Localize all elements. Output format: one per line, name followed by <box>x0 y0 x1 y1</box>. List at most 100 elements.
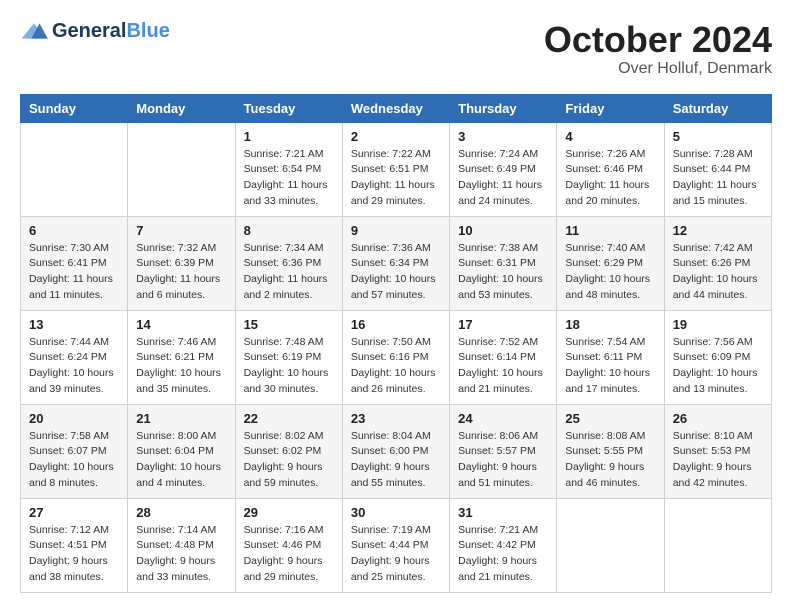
calendar-cell: 26Sunrise: 8:10 AMSunset: 5:53 PMDayligh… <box>664 404 771 498</box>
day-info: Sunrise: 7:38 AMSunset: 6:31 PMDaylight:… <box>458 241 548 304</box>
calendar-cell: 28 Sunrise: 7:14 AMSunset: 4:48 PMDayligh… <box>128 498 235 592</box>
calendar-week-row: 1Sunrise: 7:21 AMSunset: 6:54 PMDaylight… <box>21 122 772 216</box>
day-number: 25 <box>565 411 655 426</box>
day-info: Sunrise: 8:08 AMSunset: 5:55 PMDaylight:… <box>565 429 655 492</box>
day-number: 24 <box>458 411 548 426</box>
calendar-cell: 1Sunrise: 7:21 AMSunset: 6:54 PMDaylight… <box>235 122 342 216</box>
day-info: Sunrise: 7:14 AMSunset: 4:48 PMDaylight:… <box>136 523 226 586</box>
day-info: Sunrise: 7:36 AMSunset: 6:34 PMDaylight:… <box>351 241 441 304</box>
day-info: Sunrise: 8:00 AMSunset: 6:04 PMDaylight:… <box>136 429 226 492</box>
calendar-cell: 11 Sunrise: 7:40 AMSunset: 6:29 PMDayligh… <box>557 216 664 310</box>
day-number: 23 <box>351 411 441 426</box>
day-number: 13 <box>29 317 119 332</box>
day-number: 16 <box>351 317 441 332</box>
location: Over Holluf, Denmark <box>544 60 772 78</box>
calendar-cell: 24 Sunrise: 8:06 AMSunset: 5:57 PMDayligh… <box>450 404 557 498</box>
weekday-header: Wednesday <box>342 94 449 122</box>
day-number: 31 <box>458 505 548 520</box>
calendar-cell: 30Sunrise: 7:19 AMSunset: 4:44 PMDayligh… <box>342 498 449 592</box>
day-number: 1 <box>244 129 334 144</box>
day-info: Sunrise: 7:54 AMSunset: 6:11 PMDaylight:… <box>565 335 655 398</box>
day-info: Sunrise: 8:04 AMSunset: 6:00 PMDaylight:… <box>351 429 441 492</box>
weekday-header: Tuesday <box>235 94 342 122</box>
day-info: Sunrise: 7:56 AMSunset: 6:09 PMDaylight:… <box>673 335 763 398</box>
weekday-header: Monday <box>128 94 235 122</box>
calendar-cell <box>128 122 235 216</box>
calendar-week-row: 20 Sunrise: 7:58 AMSunset: 6:07 PMDayligh… <box>21 404 772 498</box>
calendar-cell: 22Sunrise: 8:02 AMSunset: 6:02 PMDayligh… <box>235 404 342 498</box>
calendar-cell: 5 Sunrise: 7:28 AMSunset: 6:44 PMDaylight… <box>664 122 771 216</box>
calendar-cell: 29 Sunrise: 7:16 AMSunset: 4:46 PMDayligh… <box>235 498 342 592</box>
calendar-week-row: 13 Sunrise: 7:44 AMSunset: 6:24 PMDayligh… <box>21 310 772 404</box>
day-info: Sunrise: 7:52 AMSunset: 6:14 PMDaylight:… <box>458 335 548 398</box>
day-number: 26 <box>673 411 763 426</box>
calendar-cell: 19 Sunrise: 7:56 AMSunset: 6:09 PMDayligh… <box>664 310 771 404</box>
day-number: 7 <box>136 223 226 238</box>
weekday-header: Sunday <box>21 94 128 122</box>
day-info: Sunrise: 7:46 AMSunset: 6:21 PMDaylight:… <box>136 335 226 398</box>
day-number: 8 <box>244 223 334 238</box>
day-info: Sunrise: 7:50 AMSunset: 6:16 PMDaylight:… <box>351 335 441 398</box>
day-info: Sunrise: 7:19 AMSunset: 4:44 PMDaylight:… <box>351 523 441 586</box>
day-number: 9 <box>351 223 441 238</box>
calendar-cell <box>21 122 128 216</box>
day-number: 6 <box>29 223 119 238</box>
day-number: 5 <box>673 129 763 144</box>
day-number: 28 <box>136 505 226 520</box>
calendar-week-row: 6 Sunrise: 7:30 AMSunset: 6:41 PMDaylight… <box>21 216 772 310</box>
day-number: 18 <box>565 317 655 332</box>
day-number: 3 <box>458 129 548 144</box>
calendar-cell <box>557 498 664 592</box>
month-title: October 2024 <box>544 20 772 60</box>
calendar-cell: 3 Sunrise: 7:24 AMSunset: 6:49 PMDaylight… <box>450 122 557 216</box>
day-info: Sunrise: 7:21 AMSunset: 4:42 PMDaylight:… <box>458 523 548 586</box>
calendar-cell: 10 Sunrise: 7:38 AMSunset: 6:31 PMDayligh… <box>450 216 557 310</box>
page-header: GeneralBlue October 2024 Over Holluf, De… <box>20 20 772 78</box>
weekday-header: Saturday <box>664 94 771 122</box>
day-number: 19 <box>673 317 763 332</box>
day-number: 29 <box>244 505 334 520</box>
day-info: Sunrise: 8:06 AMSunset: 5:57 PMDaylight:… <box>458 429 548 492</box>
calendar-cell: 25 Sunrise: 8:08 AMSunset: 5:55 PMDayligh… <box>557 404 664 498</box>
weekday-header: Friday <box>557 94 664 122</box>
calendar-cell <box>664 498 771 592</box>
weekday-header: Thursday <box>450 94 557 122</box>
day-info: Sunrise: 7:48 AMSunset: 6:19 PMDaylight:… <box>244 335 334 398</box>
calendar-cell: 6 Sunrise: 7:30 AMSunset: 6:41 PMDaylight… <box>21 216 128 310</box>
calendar-cell: 7Sunrise: 7:32 AMSunset: 6:39 PMDaylight… <box>128 216 235 310</box>
day-number: 20 <box>29 411 119 426</box>
calendar-cell: 16 Sunrise: 7:50 AMSunset: 6:16 PMDayligh… <box>342 310 449 404</box>
calendar-cell: 20 Sunrise: 7:58 AMSunset: 6:07 PMDayligh… <box>21 404 128 498</box>
day-number: 10 <box>458 223 548 238</box>
day-info: Sunrise: 7:22 AMSunset: 6:51 PMDaylight:… <box>351 147 441 210</box>
calendar-cell: 4Sunrise: 7:26 AMSunset: 6:46 PMDaylight… <box>557 122 664 216</box>
day-number: 17 <box>458 317 548 332</box>
day-info: Sunrise: 7:24 AMSunset: 6:49 PMDaylight:… <box>458 147 548 210</box>
day-info: Sunrise: 7:12 AMSunset: 4:51 PMDaylight:… <box>29 523 119 586</box>
day-info: Sunrise: 7:28 AMSunset: 6:44 PMDaylight:… <box>673 147 763 210</box>
calendar-cell: 14 Sunrise: 7:46 AMSunset: 6:21 PMDayligh… <box>128 310 235 404</box>
day-info: Sunrise: 7:26 AMSunset: 6:46 PMDaylight:… <box>565 147 655 210</box>
day-info: Sunrise: 7:42 AMSunset: 6:26 PMDaylight:… <box>673 241 763 304</box>
day-number: 27 <box>29 505 119 520</box>
day-info: Sunrise: 7:40 AMSunset: 6:29 PMDaylight:… <box>565 241 655 304</box>
day-info: Sunrise: 7:16 AMSunset: 4:46 PMDaylight:… <box>244 523 334 586</box>
calendar-cell: 27 Sunrise: 7:12 AMSunset: 4:51 PMDayligh… <box>21 498 128 592</box>
calendar-table: SundayMondayTuesdayWednesdayThursdayFrid… <box>20 94 772 593</box>
day-number: 22 <box>244 411 334 426</box>
day-number: 15 <box>244 317 334 332</box>
day-info: Sunrise: 7:30 AMSunset: 6:41 PMDaylight:… <box>29 241 119 304</box>
day-info: Sunrise: 7:58 AMSunset: 6:07 PMDaylight:… <box>29 429 119 492</box>
day-number: 11 <box>565 223 655 238</box>
weekday-header-row: SundayMondayTuesdayWednesdayThursdayFrid… <box>21 94 772 122</box>
calendar-cell: 21 Sunrise: 8:00 AMSunset: 6:04 PMDayligh… <box>128 404 235 498</box>
calendar-cell: 31 Sunrise: 7:21 AMSunset: 4:42 PMDayligh… <box>450 498 557 592</box>
day-number: 21 <box>136 411 226 426</box>
calendar-cell: 12Sunrise: 7:42 AMSunset: 6:26 PMDayligh… <box>664 216 771 310</box>
day-info: Sunrise: 7:44 AMSunset: 6:24 PMDaylight:… <box>29 335 119 398</box>
logo-text: GeneralBlue <box>52 20 170 43</box>
day-number: 14 <box>136 317 226 332</box>
calendar-cell: 8Sunrise: 7:34 AMSunset: 6:36 PMDaylight… <box>235 216 342 310</box>
calendar-cell: 2 Sunrise: 7:22 AMSunset: 6:51 PMDaylight… <box>342 122 449 216</box>
day-number: 2 <box>351 129 441 144</box>
